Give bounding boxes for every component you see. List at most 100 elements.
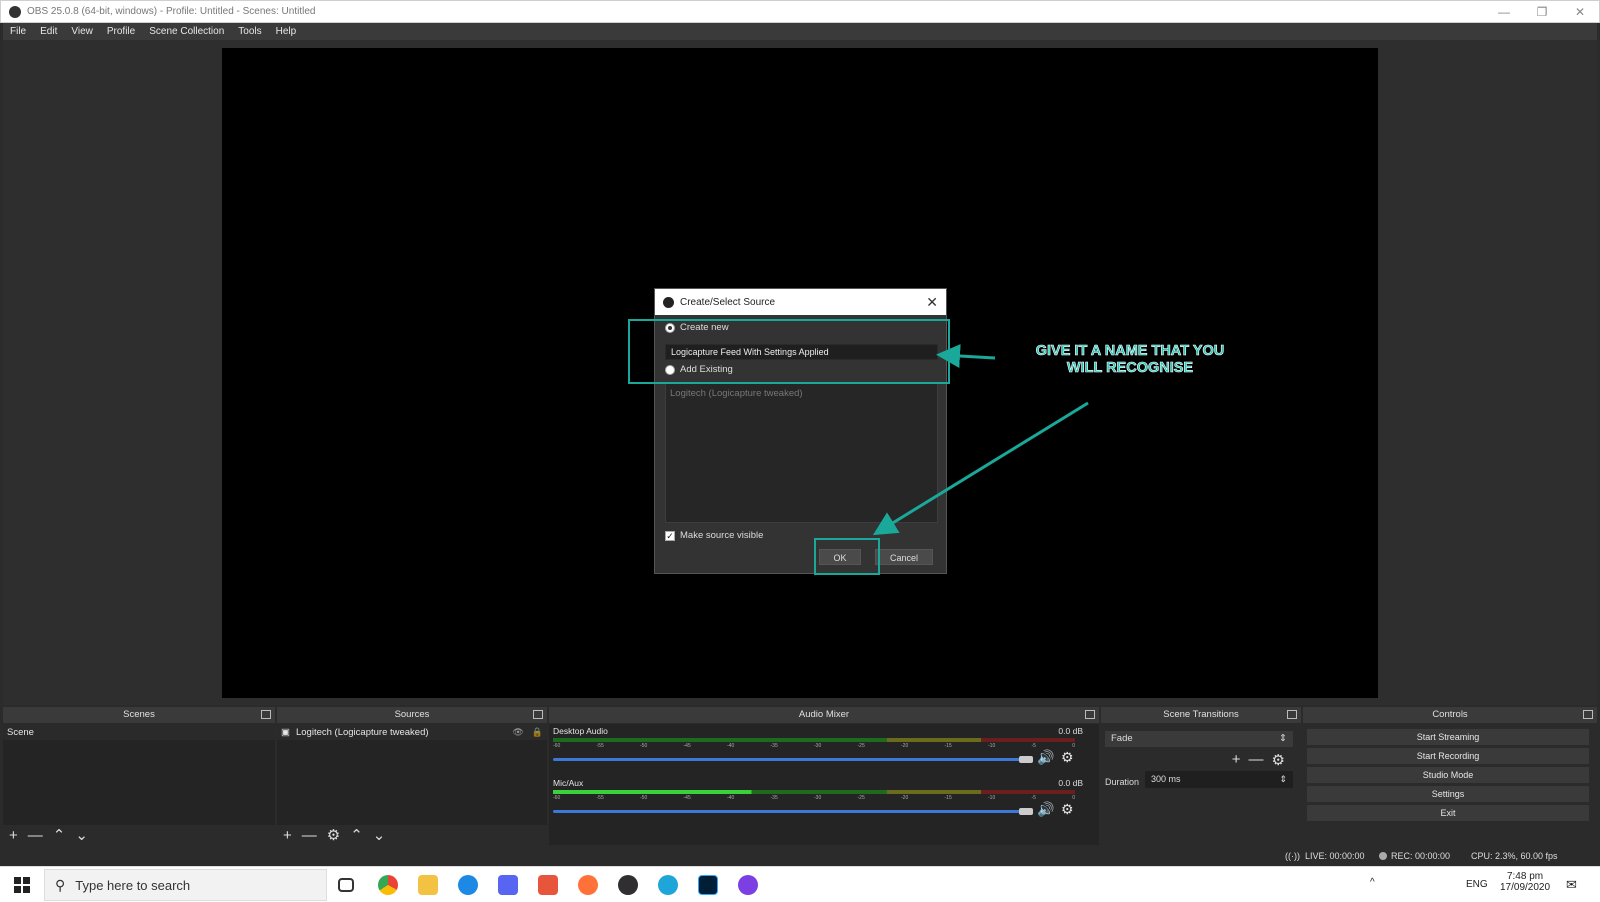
lock-icon[interactable]: 🔒: [532, 727, 543, 738]
scenes-float-icon[interactable]: [261, 710, 271, 719]
sources-dock: Sources ▣ Logitech (Logicapture tweaked)…: [277, 707, 547, 847]
volume-knob[interactable]: [1019, 808, 1033, 815]
existing-source-item[interactable]: Logitech (Logicapture tweaked): [670, 388, 933, 399]
source-item[interactable]: ▣ Logitech (Logicapture tweaked) 👁 🔒: [277, 724, 547, 740]
move-down-icon[interactable]: ⌄: [75, 828, 88, 843]
search-placeholder: Type here to search: [75, 877, 191, 893]
clock-time: 7:48 pm: [1506, 871, 1544, 882]
source-properties-gear-icon[interactable]: ⚙: [327, 828, 340, 843]
menu-tools[interactable]: Tools: [231, 26, 268, 37]
photoshop-icon[interactable]: [698, 875, 718, 895]
app-icon-s[interactable]: [538, 875, 558, 895]
remove-scene-icon[interactable]: —: [28, 828, 43, 843]
firefox-icon[interactable]: [578, 875, 598, 895]
tray-chevron-icon[interactable]: ^: [1370, 877, 1375, 888]
duration-spin-icon[interactable]: ⇕: [1279, 774, 1287, 785]
source-up-icon[interactable]: ⌃: [350, 828, 363, 843]
visibility-eye-icon[interactable]: 👁: [512, 727, 523, 738]
minimize-button[interactable]: —: [1485, 1, 1523, 23]
app-icon-purple[interactable]: [738, 875, 758, 895]
mute-speaker-icon[interactable]: 🔊: [1037, 801, 1054, 818]
dialog-close-icon[interactable]: ✕: [926, 294, 938, 311]
transition-toolbar: + — ⚙: [1232, 751, 1285, 769]
menu-view[interactable]: View: [64, 26, 100, 37]
start-recording-button[interactable]: Start Recording: [1307, 748, 1589, 764]
sources-float-icon[interactable]: [533, 710, 543, 719]
sources-list[interactable]: ▣ Logitech (Logicapture tweaked) 👁 🔒: [277, 724, 547, 825]
transition-gear-icon[interactable]: ⚙: [1272, 751, 1285, 769]
mute-speaker-icon[interactable]: 🔊: [1037, 749, 1054, 766]
scenes-list[interactable]: Scene: [3, 724, 275, 825]
scenes-dock: Scenes Scene + — ⌃ ⌄: [3, 707, 275, 847]
file-explorer-icon[interactable]: [418, 875, 438, 895]
close-window-button[interactable]: ✕: [1561, 1, 1599, 23]
volume-knob[interactable]: [1019, 756, 1033, 763]
source-down-icon[interactable]: ⌄: [373, 828, 386, 843]
language-indicator[interactable]: ENG: [1466, 879, 1488, 890]
mixer-track-desktop: Desktop Audio 0.0 dB -60 -55 -50 -45 -40 -35 -…: [553, 726, 1085, 765]
transitions-float-icon[interactable]: [1287, 710, 1297, 719]
start-streaming-button[interactable]: Start Streaming: [1307, 729, 1589, 745]
clock[interactable]: 7:48 pm 17/09/2020: [1500, 871, 1550, 893]
track-settings-gear-icon[interactable]: ⚙: [1061, 749, 1074, 766]
app-icon-blue[interactable]: [458, 875, 478, 895]
make-visible-label: Make source visible: [680, 530, 764, 541]
scenes-header: Scenes: [3, 707, 275, 723]
exit-button[interactable]: Exit: [1307, 805, 1589, 821]
make-visible-option[interactable]: ✓ Make source visible: [665, 530, 763, 541]
make-visible-checkbox[interactable]: ✓: [665, 530, 675, 541]
duration-value: 300 ms: [1151, 774, 1181, 784]
camera-icon: ▣: [281, 726, 290, 738]
scene-item[interactable]: Scene: [3, 724, 275, 740]
edge-icon[interactable]: [658, 875, 678, 895]
transition-select[interactable]: Fade ⇕: [1105, 731, 1293, 747]
track-settings-gear-icon[interactable]: ⚙: [1061, 801, 1074, 818]
existing-sources-list[interactable]: Logitech (Logicapture tweaked): [665, 383, 938, 523]
obs-taskbar-icon[interactable]: [618, 875, 638, 895]
controls-header: Controls: [1303, 707, 1597, 723]
obs-icon: [663, 296, 674, 308]
notification-icon[interactable]: ✉: [1566, 877, 1577, 893]
tick: -50: [640, 743, 648, 749]
track-name: Desktop Audio: [553, 726, 608, 736]
annotation-line-1: GIVE IT A NAME THAT YOU: [1035, 343, 1225, 360]
scene-transitions-header: Scene Transitions: [1101, 707, 1301, 723]
controls-float-icon[interactable]: [1583, 710, 1593, 719]
menu-scene-collection[interactable]: Scene Collection: [142, 26, 231, 37]
menu-profile[interactable]: Profile: [100, 26, 142, 37]
mixer-float-icon[interactable]: [1085, 710, 1095, 719]
remove-source-icon[interactable]: —: [302, 828, 317, 843]
meter-ticks: -60 -55 -50 -45 -40 -35 -30 -25 -20 -15 -10 -5 0: [553, 795, 1075, 803]
remove-transition-icon[interactable]: —: [1249, 751, 1264, 769]
controls-dock: Controls Start Streaming Start Recording…: [1303, 707, 1597, 847]
studio-mode-button[interactable]: Studio Mode: [1307, 767, 1589, 783]
duration-input[interactable]: 300 ms ⇕: [1145, 771, 1293, 788]
add-source-icon[interactable]: +: [283, 828, 292, 843]
taskbar-search[interactable]: ⚲ Type here to search: [44, 869, 327, 901]
menu-help[interactable]: Help: [269, 26, 304, 37]
volume-slider[interactable]: [553, 810, 1025, 813]
cancel-button[interactable]: Cancel: [875, 549, 933, 565]
menu-file[interactable]: File: [3, 26, 33, 37]
audio-mixer-dock: Audio Mixer Desktop Audio 0.0 dB -60 -55 -…: [549, 707, 1099, 847]
tick: -35: [770, 795, 778, 801]
windows-start-icon[interactable]: [14, 877, 30, 893]
audio-mixer-header: Audio Mixer: [549, 707, 1099, 723]
tick: -35: [770, 743, 778, 749]
add-scene-icon[interactable]: +: [9, 828, 18, 843]
volume-slider[interactable]: [553, 758, 1025, 761]
add-transition-icon[interactable]: +: [1232, 751, 1241, 769]
settings-button[interactable]: Settings: [1307, 786, 1589, 802]
rec-time: REC: 00:00:00: [1391, 851, 1451, 861]
window-controls: — ❐ ✕: [1485, 1, 1599, 23]
menu-edit[interactable]: Edit: [33, 26, 64, 37]
track-name: Mic/Aux: [553, 778, 584, 788]
tick: -40: [727, 795, 735, 801]
task-view-icon[interactable]: [338, 878, 354, 892]
volume-meter: [553, 790, 1075, 794]
chrome-icon[interactable]: [378, 875, 398, 895]
discord-icon[interactable]: [498, 875, 518, 895]
move-up-icon[interactable]: ⌃: [53, 828, 66, 843]
restore-button[interactable]: ❐: [1523, 1, 1561, 23]
tick: -10: [988, 743, 996, 749]
